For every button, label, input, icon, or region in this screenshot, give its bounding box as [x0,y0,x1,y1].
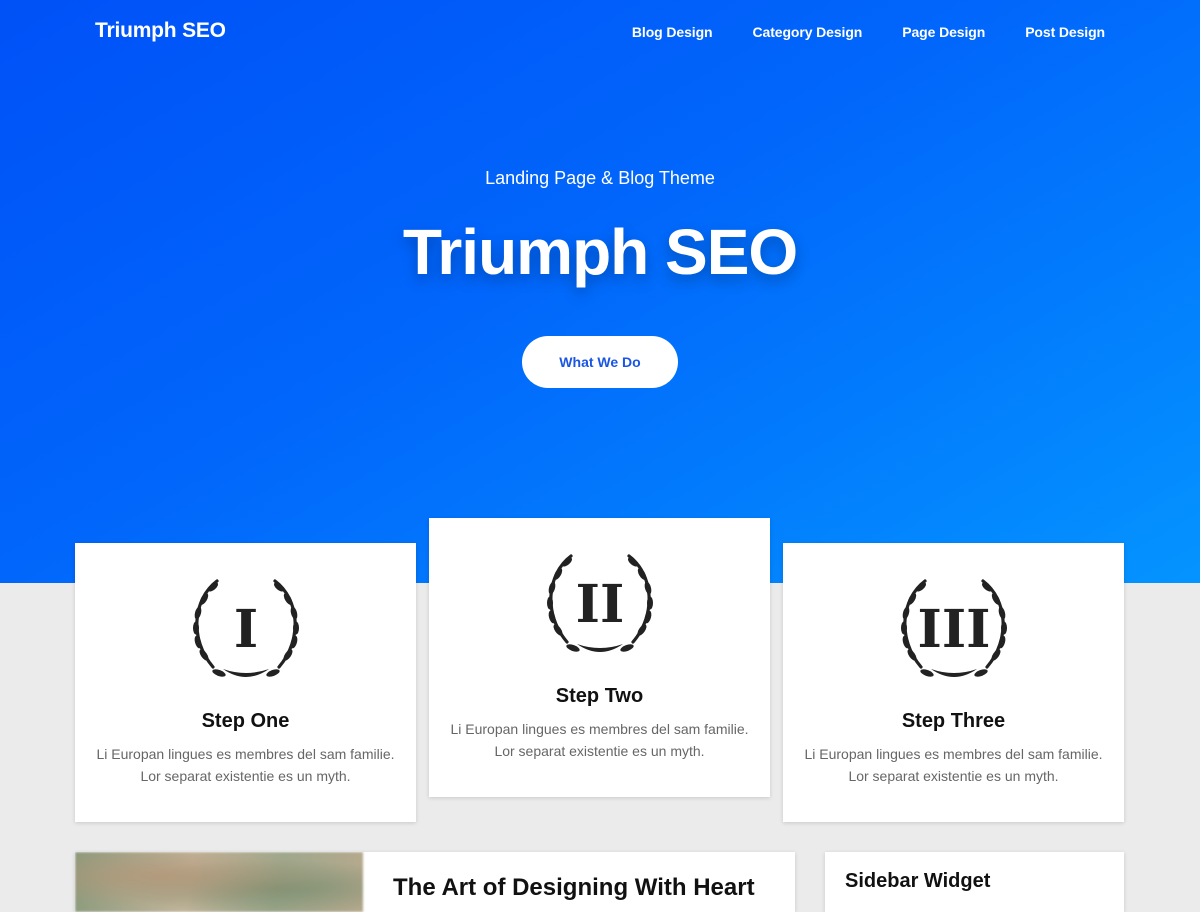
nav-item-blog-design[interactable]: Blog Design [632,24,713,40]
nav-item-page-design[interactable]: Page Design [902,24,985,40]
step-title: Step One [201,710,290,732]
post-title[interactable]: The Art of Designing With Heart [393,874,755,902]
sidebar-widget: Sidebar Widget [825,852,1124,912]
step-card-one: I Step One Li Europan lingues es membres… [75,543,416,822]
laurel-wreath-icon: I [192,579,299,677]
nav-item-post-design[interactable]: Post Design [1025,24,1105,40]
step-title: Step Three [901,710,1006,732]
main-nav: Blog Design Category Design Page Design … [632,24,1105,40]
step-title: Step Two [555,685,644,707]
hero-subtitle: Landing Page & Blog Theme [485,168,715,188]
laurel-wreath-icon: II [546,554,653,652]
step-card-three: III Step Three Li Europan lingues es mem… [783,543,1124,822]
step-card-two: II Step Two Li Europan lingues es membre… [429,518,770,797]
laurel-wreath-icon: III [900,579,1007,677]
step-text: Li Europan lingues es membres del sam fa… [96,746,395,784]
step-numeral: III [917,599,990,660]
step-text: Li Europan lingues es membres del sam fa… [804,746,1103,784]
hero-title: Triumph SEO [402,216,798,288]
site-title[interactable]: Triumph SEO [95,19,226,43]
post-thumbnail-image[interactable] [75,852,363,912]
post-card: The Art of Designing With Heart [75,852,795,912]
step-text: Li Europan lingues es membres del sam fa… [450,721,749,759]
widget-title: Sidebar Widget [845,870,991,892]
what-we-do-button[interactable]: What We Do [522,336,678,388]
step-numeral: I [233,599,257,660]
hero-section: Triumph SEO Blog Design Category Design … [0,0,1200,583]
nav-item-category-design[interactable]: Category Design [753,24,863,40]
step-numeral: II [575,574,624,635]
